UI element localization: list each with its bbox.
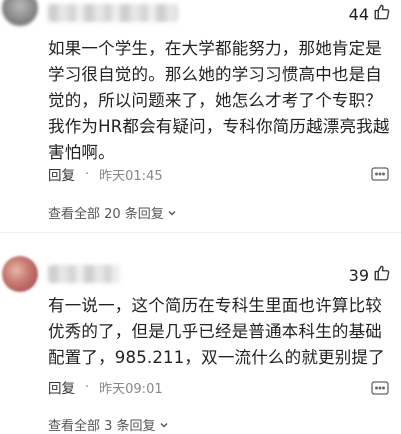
view-all-replies-link[interactable]: 查看全部 3 条回复 <box>48 415 169 434</box>
like-button[interactable]: 44 <box>349 3 391 25</box>
comment-text: 有一说一，这个简历在专科生里面也许算比较优秀的了，但是几乎已经是普通本科生的基础… <box>48 296 385 367</box>
separator-dot: · <box>85 166 90 182</box>
avatar[interactable] <box>2 256 38 292</box>
timestamp: 昨天09:01 <box>99 381 163 397</box>
thumbs-up-icon <box>373 3 391 25</box>
view-replies-label: 查看全部 20 条回复 <box>48 207 164 222</box>
more-icon[interactable] <box>371 380 389 395</box>
thumbs-up-icon <box>373 264 391 286</box>
chevron-down-icon <box>168 210 176 215</box>
divider <box>0 232 401 233</box>
reply-button[interactable]: 回复 <box>48 164 75 184</box>
comment-meta: 回复 · 昨天01:45 <box>48 164 163 185</box>
like-count: 39 <box>348 265 369 285</box>
separator-dot: · <box>85 379 90 395</box>
chevron-down-icon <box>160 422 168 427</box>
avatar[interactable] <box>2 0 38 26</box>
username-blurred[interactable] <box>48 4 178 22</box>
comment-meta: 回复 · 昨天09:01 <box>48 377 163 398</box>
comment-item: 44 如果一个学生，在大学都能努力，那她肯定是学习很自觉的。那么她的学习习惯高中… <box>0 0 401 232</box>
username-blurred[interactable] <box>48 265 120 283</box>
reply-button[interactable]: 回复 <box>48 377 75 397</box>
timestamp: 昨天01:45 <box>99 168 163 184</box>
comment-item: 39 有一说一，这个简历在专科生里面也许算比较优秀的了，但是几乎已经是普通本科生… <box>0 246 401 434</box>
view-all-replies-link[interactable]: 查看全部 20 条回复 <box>48 203 177 222</box>
like-button[interactable]: 39 <box>349 264 391 286</box>
view-replies-label: 查看全部 3 条回复 <box>48 419 156 434</box>
more-icon[interactable] <box>371 166 389 181</box>
comment-text: 如果一个学生，在大学都能努力，那她肯定是学习很自觉的。那么她的学习习惯高中也是自… <box>48 39 390 162</box>
like-count: 44 <box>348 4 369 24</box>
